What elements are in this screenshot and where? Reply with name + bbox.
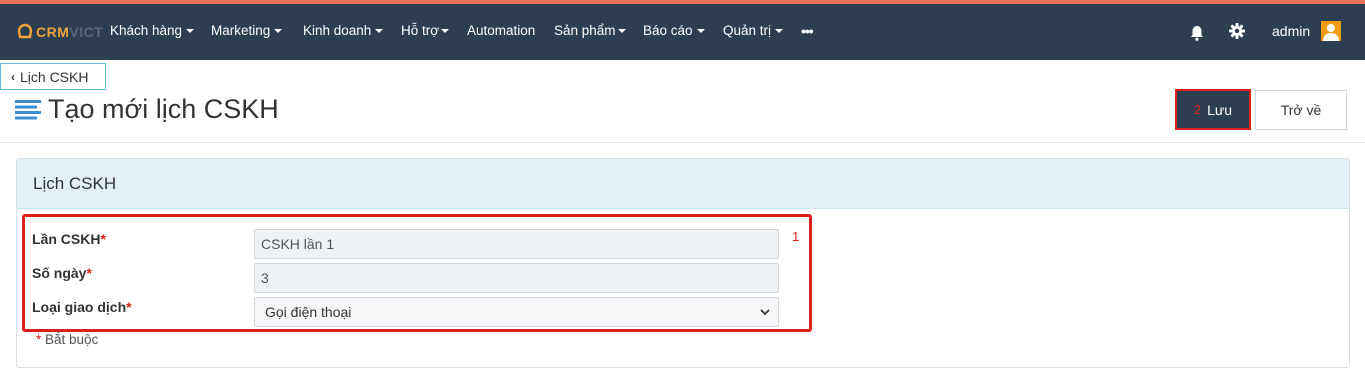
avatar[interactable] <box>1321 21 1341 41</box>
nav-item-san-pham[interactable]: Sản phẩm <box>554 23 626 38</box>
annotation-marker-1: 1 <box>792 229 800 244</box>
nav-item-automation[interactable]: Automation <box>467 23 535 38</box>
return-button[interactable]: Trở về <box>1255 90 1347 130</box>
caret-down-icon <box>775 29 784 34</box>
nav-item-bao-cao[interactable]: Báo cáo <box>643 23 705 38</box>
save-button[interactable]: 2 Lưu <box>1175 89 1251 130</box>
field-label-lan-cskh: Lần CSKH* <box>32 231 106 247</box>
select-value: Gọi điện thoại <box>265 304 352 320</box>
required-note: * Bắt buộc <box>36 332 99 347</box>
brand-logo[interactable]: CRMVICT <box>16 23 103 41</box>
field-label-so-ngay: Số ngày* <box>32 265 92 281</box>
back-to-list-label: Lịch CSKH <box>20 68 89 85</box>
header-divider <box>0 142 1365 143</box>
gear-icon[interactable] <box>1228 22 1246 40</box>
user-avatar-icon <box>1323 24 1339 41</box>
user-menu[interactable]: admin <box>1272 23 1310 39</box>
caret-down-icon <box>441 29 450 34</box>
loai-giao-dich-select[interactable]: Gọi điện thoại <box>254 297 779 327</box>
chevron-left-icon: ‹ <box>11 69 15 84</box>
nav-item-ho-tro[interactable]: Hỗ trợ <box>401 23 450 38</box>
caret-down-icon <box>186 29 195 34</box>
nav-item-quan-tri[interactable]: Quản trị <box>723 23 784 38</box>
top-navbar: CRMVICT Khách hàng Marketing Kinh doanh … <box>0 4 1365 60</box>
page-title: Tạo mới lịch CSKH <box>48 94 279 124</box>
annotation-marker-2: 2 <box>1193 102 1202 117</box>
lan-cskh-input[interactable]: CSKH lần 1 <box>254 229 779 259</box>
back-to-list-button[interactable]: ‹ Lịch CSKH <box>0 63 106 90</box>
chevron-down-icon <box>760 309 770 316</box>
logo-icon <box>17 23 33 39</box>
brand-name: CRMVICT <box>36 24 104 40</box>
field-label-loai-giao-dich: Loại giao dịch* <box>32 299 132 315</box>
save-button-label: Lưu <box>1207 101 1233 118</box>
nav-more-button[interactable]: ••• <box>801 23 814 39</box>
panel-title: Lịch CSKH <box>17 159 1349 209</box>
nav-item-kinh-doanh[interactable]: Kinh doanh <box>303 23 384 38</box>
caret-down-icon <box>617 29 626 34</box>
nav-item-marketing[interactable]: Marketing <box>211 23 283 38</box>
caret-down-icon <box>696 29 705 34</box>
caret-down-icon <box>375 29 384 34</box>
caret-down-icon <box>274 29 283 34</box>
so-ngay-input[interactable]: 3 <box>254 263 779 293</box>
nav-item-khach-hang[interactable]: Khách hàng <box>110 23 195 38</box>
bell-icon[interactable] <box>1188 24 1206 42</box>
list-icon <box>15 100 41 120</box>
